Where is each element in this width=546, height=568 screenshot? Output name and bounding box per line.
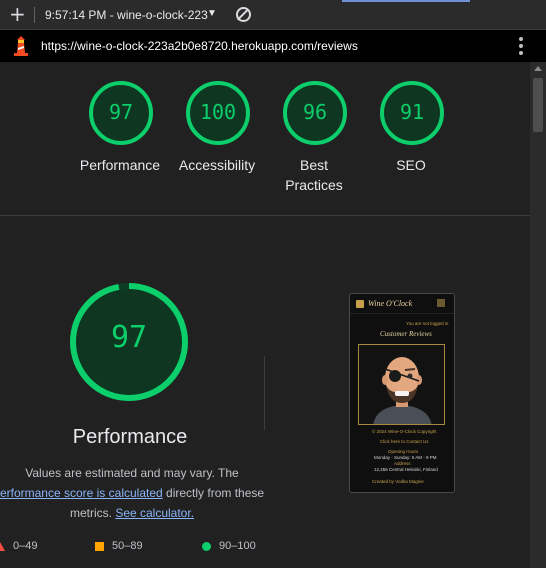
legend-fail: 0–49: [0, 540, 37, 552]
screenshot-brand: Wine O'Clock: [368, 299, 413, 308]
note-text: directly from these: [162, 486, 265, 500]
screenshot-hours: Monday - Sunday: 5 AM - 9 PM: [374, 455, 437, 460]
screenshot-address: 12,456 Central Helsinki, Finland: [374, 467, 438, 472]
note-text: metrics.: [69, 506, 112, 520]
screenshot-address-title: Address: [394, 461, 411, 466]
gauge-label-seo: SEO: [396, 157, 426, 173]
circle-icon: [202, 541, 211, 551]
report-timestamp-dropdown[interactable]: 9:57:14 PM - wine-o-clock-223: [45, 8, 208, 22]
gauge-best-practices[interactable]: 96: [282, 80, 348, 146]
score-calculated-link[interactable]: erformance score is calculated: [0, 486, 163, 500]
chevron-down-icon[interactable]: ▼: [207, 8, 217, 19]
performance-score: 97: [110, 320, 148, 355]
note-line-3: metrics. See calculator.: [0, 503, 268, 523]
score-value: 91: [399, 100, 425, 124]
performance-title: Performance: [72, 426, 188, 448]
label-line-1: Best: [299, 157, 328, 173]
lighthouse-icon: [14, 36, 28, 56]
gauge-accessibility[interactable]: 100: [185, 80, 251, 146]
see-calculator-link[interactable]: See calculator.: [115, 506, 194, 520]
legend-label: 0–49: [13, 540, 38, 552]
screenshot-login-note: You are not logged in: [406, 321, 449, 326]
score-note: Values are estimated and may vary. The e…: [0, 463, 268, 523]
screenshot-heading: Customer Reviews: [380, 330, 432, 338]
legend-label: 90–100: [219, 540, 256, 552]
screenshot-copyright: © 2024 Wine-O-Clock Copyright: [372, 429, 437, 434]
page-screenshot-thumbnail[interactable]: Wine O'Clock You are not logged in Custo…: [349, 293, 455, 493]
avatar-illustration: [359, 345, 444, 424]
reviewer-avatar-image: [358, 344, 445, 425]
score-value: 96: [302, 100, 328, 124]
gauge-label-performance: Performance: [79, 157, 161, 173]
screenshot-hours-title: Opening Hours: [388, 449, 419, 454]
wine-logo-icon: [356, 300, 364, 308]
performance-gauge-large: 97: [68, 281, 190, 403]
vertical-scrollbar[interactable]: [530, 62, 546, 568]
gauge-label-best-practices: Best Practices: [259, 155, 369, 195]
section-divider: [0, 215, 530, 216]
triangle-icon: [0, 541, 5, 551]
gauge-label-accessibility: Accessibility: [178, 157, 256, 173]
scroll-up-icon[interactable]: [534, 66, 542, 71]
legend-label: 50–89: [112, 540, 143, 552]
block-icon[interactable]: [236, 7, 251, 22]
legend-pass: 90–100: [202, 540, 256, 552]
note-line-1: Values are estimated and may vary. The: [25, 466, 239, 480]
score-value: 97: [108, 100, 134, 124]
screenshot-created-by: Created by Vodka Magnie: [372, 479, 424, 484]
scrollbar-thumb[interactable]: [533, 78, 543, 132]
lighthouse-report: 97 Performance 100 Accessibility 96 Best…: [0, 62, 530, 568]
gauge-seo[interactable]: 91: [379, 80, 445, 146]
vertical-divider: [264, 356, 265, 430]
screenshot-contact: Click here to Contact Us: [380, 439, 429, 444]
label-line-2: Practices: [285, 177, 343, 193]
screenshot-header: Wine O'Clock: [350, 294, 454, 314]
more-options-icon[interactable]: [518, 37, 524, 55]
gauge-performance[interactable]: 97: [88, 80, 154, 146]
note-line-2: erformance score is calculated directly …: [0, 483, 268, 503]
browser-top-bar: + 9:57:14 PM - wine-o-clock-223 ▼: [0, 0, 546, 30]
page-url[interactable]: https://wine-o-clock-223a2b0e8720.heroku…: [41, 39, 358, 53]
toolbar-separator: [34, 7, 35, 23]
score-value: 100: [199, 100, 237, 124]
new-tab-icon[interactable]: +: [9, 4, 26, 24]
square-icon: [95, 541, 104, 551]
menu-icon: [437, 299, 445, 307]
legend-average: 50–89: [95, 540, 143, 552]
active-tab-indicator: [342, 0, 470, 2]
url-bar: https://wine-o-clock-223a2b0e8720.heroku…: [0, 30, 546, 62]
